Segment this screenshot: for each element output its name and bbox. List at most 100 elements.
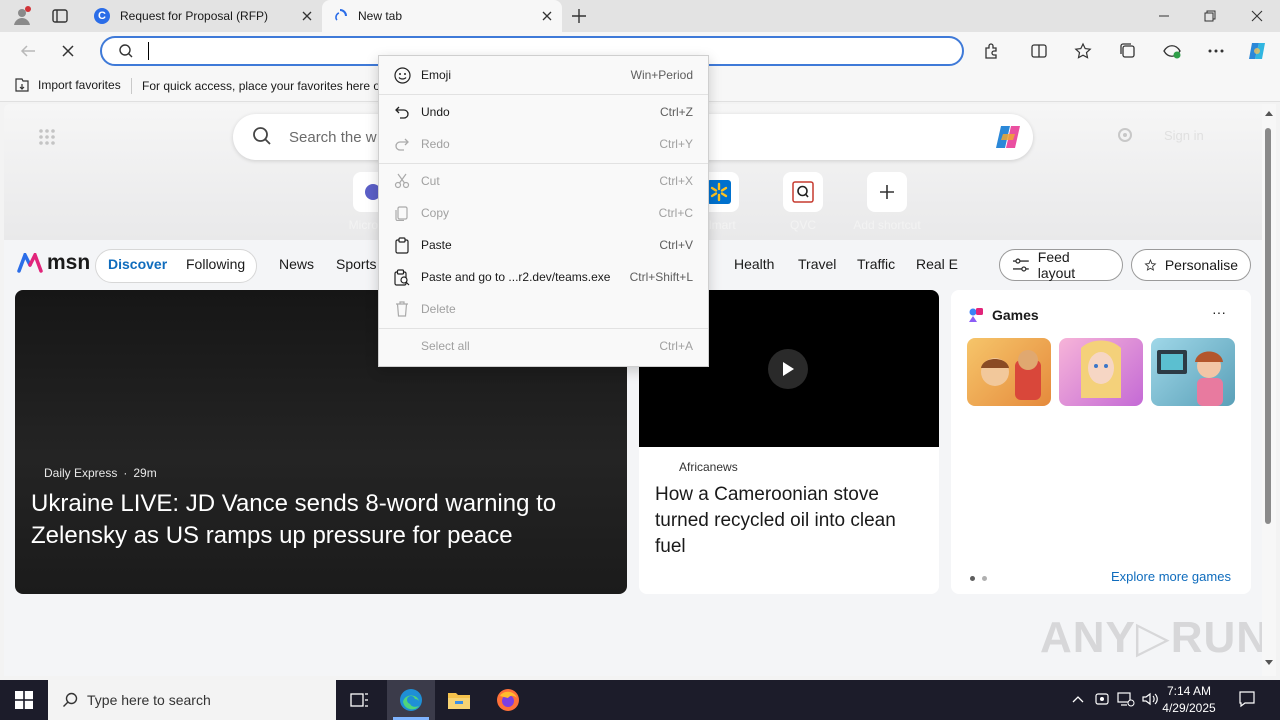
dot-separator: · bbox=[123, 466, 128, 480]
menu-item-copy[interactable]: Copy Ctrl+C bbox=[379, 197, 708, 229]
play-button[interactable] bbox=[768, 349, 808, 389]
more-options-icon[interactable]: ··· bbox=[1212, 304, 1226, 320]
taskbar-search-placeholder: Type here to search bbox=[87, 692, 211, 708]
game-thumbnail[interactable] bbox=[1151, 338, 1235, 406]
tab-rfp[interactable]: C Request for Proposal (RFP) bbox=[84, 0, 322, 32]
close-icon[interactable] bbox=[300, 9, 314, 23]
menu-item-redo[interactable]: Redo Ctrl+Y bbox=[379, 128, 708, 160]
scroll-thumb[interactable] bbox=[1265, 128, 1271, 524]
import-icon bbox=[15, 78, 29, 92]
menu-item-shortcut: Ctrl+X bbox=[659, 174, 693, 188]
tab-title: Request for Proposal (RFP) bbox=[120, 9, 269, 23]
menu-separator bbox=[379, 94, 708, 95]
taskbar-clock[interactable]: 7:14 AM 4/29/2025 bbox=[1160, 683, 1218, 717]
explore-more-games-link[interactable]: Explore more games bbox=[1111, 569, 1231, 584]
menu-item-delete[interactable]: Delete bbox=[379, 293, 708, 325]
network-icon[interactable] bbox=[1117, 690, 1135, 708]
shortcut-label: QVC bbox=[789, 218, 816, 232]
extensions-icon[interactable] bbox=[980, 40, 1002, 62]
favorites-star-icon[interactable] bbox=[1072, 40, 1094, 62]
nav-real-estate[interactable]: Real E bbox=[916, 256, 958, 272]
sign-in-button[interactable]: Sign in bbox=[1116, 126, 1204, 144]
personalise-button[interactable]: Personalise bbox=[1131, 249, 1251, 281]
browser-essentials-icon[interactable] bbox=[1161, 40, 1183, 62]
menu-item-paste[interactable]: Paste Ctrl+V bbox=[379, 229, 708, 261]
search-icon bbox=[118, 43, 134, 59]
shortcut-qvc[interactable]: QVC bbox=[768, 172, 838, 232]
scroll-up-arrow-icon[interactable] bbox=[1265, 110, 1273, 116]
tab-title: New tab bbox=[358, 9, 403, 23]
meet-now-icon[interactable] bbox=[1093, 690, 1111, 708]
story-headline[interactable]: How a Cameroonian stove turned recycled … bbox=[655, 482, 925, 560]
address-input[interactable] bbox=[150, 40, 370, 62]
close-window-button[interactable] bbox=[1234, 0, 1280, 32]
menu-item-shortcut: Ctrl+Shift+L bbox=[629, 270, 693, 284]
menu-item-shortcut: Ctrl+C bbox=[658, 206, 693, 220]
tab-actions-icon[interactable] bbox=[51, 8, 69, 24]
nav-health[interactable]: Health bbox=[734, 256, 774, 272]
menu-item-shortcut: Ctrl+Y bbox=[659, 137, 693, 151]
stop-loading-icon[interactable] bbox=[57, 40, 79, 62]
restore-button[interactable] bbox=[1187, 0, 1233, 32]
shortcut-label: Add shortcut bbox=[853, 218, 921, 232]
undo-icon bbox=[393, 103, 411, 121]
tab-new-tab[interactable]: New tab bbox=[322, 0, 562, 32]
taskbar-search-box[interactable]: Type here to search bbox=[48, 680, 336, 720]
game-thumbnail[interactable] bbox=[1059, 338, 1143, 406]
msn-logo[interactable]: msn bbox=[17, 251, 90, 275]
taskbar-edge[interactable] bbox=[387, 680, 435, 720]
menu-item-select-all[interactable]: Select all Ctrl+A bbox=[379, 330, 708, 362]
tab-discover[interactable]: Discover bbox=[108, 256, 167, 272]
folder-icon bbox=[448, 693, 470, 709]
back-arrow-icon[interactable] bbox=[17, 40, 39, 62]
menu-item-label: Paste and go to ...r2.dev/teams.exe bbox=[421, 270, 611, 284]
menu-item-undo[interactable]: Undo Ctrl+Z bbox=[379, 96, 708, 128]
new-tab-plus-icon[interactable] bbox=[570, 7, 588, 25]
nav-news[interactable]: News bbox=[279, 256, 314, 272]
menu-separator bbox=[379, 328, 708, 329]
play-icon bbox=[783, 362, 794, 376]
taskbar-file-explorer[interactable] bbox=[435, 680, 483, 720]
games-card bbox=[951, 290, 1251, 594]
games-title: Games bbox=[992, 307, 1039, 323]
edge-loading-icon bbox=[335, 9, 347, 21]
carousel-dot[interactable] bbox=[982, 576, 987, 581]
scroll-down-arrow-icon[interactable] bbox=[1265, 660, 1273, 666]
menu-item-cut[interactable]: Cut Ctrl+X bbox=[379, 165, 708, 197]
carousel-dot-active[interactable] bbox=[970, 576, 975, 581]
add-shortcut-button[interactable]: Add shortcut bbox=[852, 172, 922, 232]
source-name: Daily Express bbox=[44, 466, 118, 480]
minimize-button[interactable] bbox=[1141, 0, 1187, 32]
tab-following[interactable]: Following bbox=[186, 256, 245, 272]
sparkle-star-icon bbox=[1144, 258, 1157, 271]
feed-layout-button[interactable]: Feed layout bbox=[999, 249, 1123, 281]
menu-item-emoji[interactable]: Emoji Win+Period bbox=[379, 59, 708, 91]
volume-icon[interactable] bbox=[1141, 690, 1159, 708]
nav-sports[interactable]: Sports bbox=[336, 256, 376, 272]
more-options-icon[interactable] bbox=[1205, 40, 1227, 62]
notification-center-icon[interactable] bbox=[1238, 690, 1256, 708]
delete-icon bbox=[393, 300, 411, 318]
story-headline[interactable]: Ukraine LIVE: JD Vance sends 8-word warn… bbox=[31, 488, 601, 552]
close-icon[interactable] bbox=[540, 9, 554, 23]
menu-item-shortcut: Ctrl+A bbox=[659, 339, 693, 353]
taskbar-firefox[interactable] bbox=[484, 680, 532, 720]
import-favorites-button[interactable]: Import favorites bbox=[14, 78, 121, 92]
split-screen-icon[interactable] bbox=[1028, 40, 1050, 62]
settings-gear-icon[interactable] bbox=[1116, 126, 1134, 144]
personalise-label: Personalise bbox=[1164, 257, 1238, 273]
task-view-button[interactable] bbox=[336, 680, 384, 720]
tray-overflow-chevron-icon[interactable] bbox=[1069, 690, 1087, 708]
msn-brand: msn bbox=[47, 251, 91, 274]
app-launcher-icon[interactable] bbox=[38, 128, 56, 146]
nav-travel[interactable]: Travel bbox=[798, 256, 836, 272]
c-logo-icon: C bbox=[94, 8, 110, 24]
collections-icon[interactable] bbox=[1117, 40, 1139, 62]
menu-item-paste-and-go[interactable]: Paste and go to ...r2.dev/teams.exe Ctrl… bbox=[379, 261, 708, 293]
game-thumbnail[interactable] bbox=[967, 338, 1051, 406]
profile-avatar-icon[interactable] bbox=[12, 6, 32, 26]
nav-traffic[interactable]: Traffic bbox=[857, 256, 895, 272]
copilot-icon[interactable] bbox=[993, 124, 1023, 150]
copilot-icon[interactable] bbox=[1246, 40, 1268, 62]
start-button[interactable] bbox=[0, 680, 48, 720]
